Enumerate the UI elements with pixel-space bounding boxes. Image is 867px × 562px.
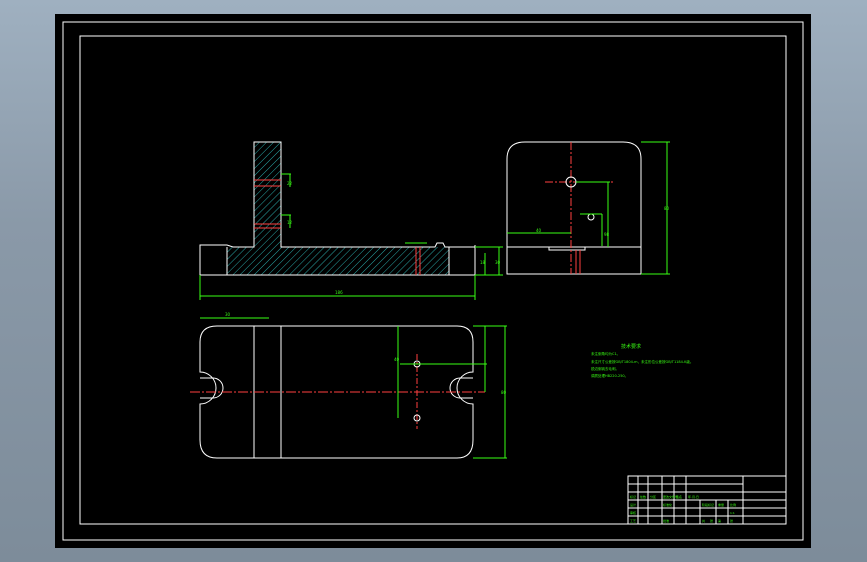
tb-r2-c1: 设计	[630, 502, 636, 507]
dim-side-height: 80	[664, 206, 670, 211]
tb-r2-c5: 阶段标记	[702, 502, 714, 507]
tb-r2-c6: 重量	[718, 502, 724, 507]
tb-r3-c1: 审核	[630, 510, 636, 515]
top-view	[190, 317, 507, 459]
dim-front-length: 186	[335, 290, 343, 295]
front-section-view	[199, 141, 503, 300]
inner-border	[79, 35, 787, 525]
tech-req-3: 锐边倒钝去毛刺。	[591, 366, 619, 371]
tech-req-title: 技术要求	[621, 343, 641, 350]
cad-viewport[interactable]: 186 22 12 18 30 80 40 98 30 40 80 技术要求 未…	[55, 14, 811, 548]
dim-top-slot-offset: 30	[225, 312, 231, 317]
tb-r1-c3: 分区	[650, 494, 656, 499]
tb-r1-c2: 处数	[640, 494, 646, 499]
tb-r2-c3: 标准化	[663, 502, 672, 507]
dim-front-hole-pitch: 22	[287, 181, 293, 186]
tech-req-2: 未注尺寸公差按GB/T1804-m，未注形位公差按GB/T1184-K级。	[591, 359, 693, 364]
tb-r4-c8: 张	[730, 518, 733, 523]
tech-req-4: 调质处理HB220-250。	[591, 373, 628, 378]
side-view	[506, 141, 670, 275]
tb-r2-c7: 比例	[730, 502, 736, 507]
tb-r1-c6: 年.月.日	[688, 494, 699, 499]
dim-front-base-height: 30	[495, 260, 501, 265]
tb-r1-c1: 标记	[630, 494, 636, 499]
dim-top-width: 80	[501, 390, 507, 395]
dim-front-slot-width: 12	[287, 220, 293, 225]
tb-r1-c5: 签名	[676, 494, 682, 499]
tb-r4-c5: 共	[702, 518, 705, 523]
dim-front-step-height: 18	[480, 260, 486, 265]
tb-r4-c6: 张	[710, 518, 713, 523]
outer-border	[62, 21, 804, 541]
dim-side-width: 98	[604, 232, 610, 237]
technical-requirements: 技术要求 未注倒角均为C1。 未注尺寸公差按GB/T1804-m，未注形位公差按…	[591, 343, 693, 378]
title-block: 标记 处数 分区 更改文件号 签名 年.月.日 设计 标准化 阶段标记 重量 比…	[627, 475, 787, 525]
tb-r4-c1: 工艺	[630, 518, 636, 523]
tb-r3-c7: 1:1	[730, 511, 735, 515]
dim-top-hole-spacing: 40	[394, 357, 400, 362]
dim-side-offset: 40	[536, 228, 542, 233]
tb-r4-c7: 第	[718, 518, 721, 523]
tb-r4-c3: 批准	[663, 518, 669, 523]
drawing-canvas: 186 22 12 18 30 80 40 98 30 40 80 技术要求 未…	[62, 21, 804, 541]
tech-req-1: 未注倒角均为C1。	[591, 351, 620, 356]
